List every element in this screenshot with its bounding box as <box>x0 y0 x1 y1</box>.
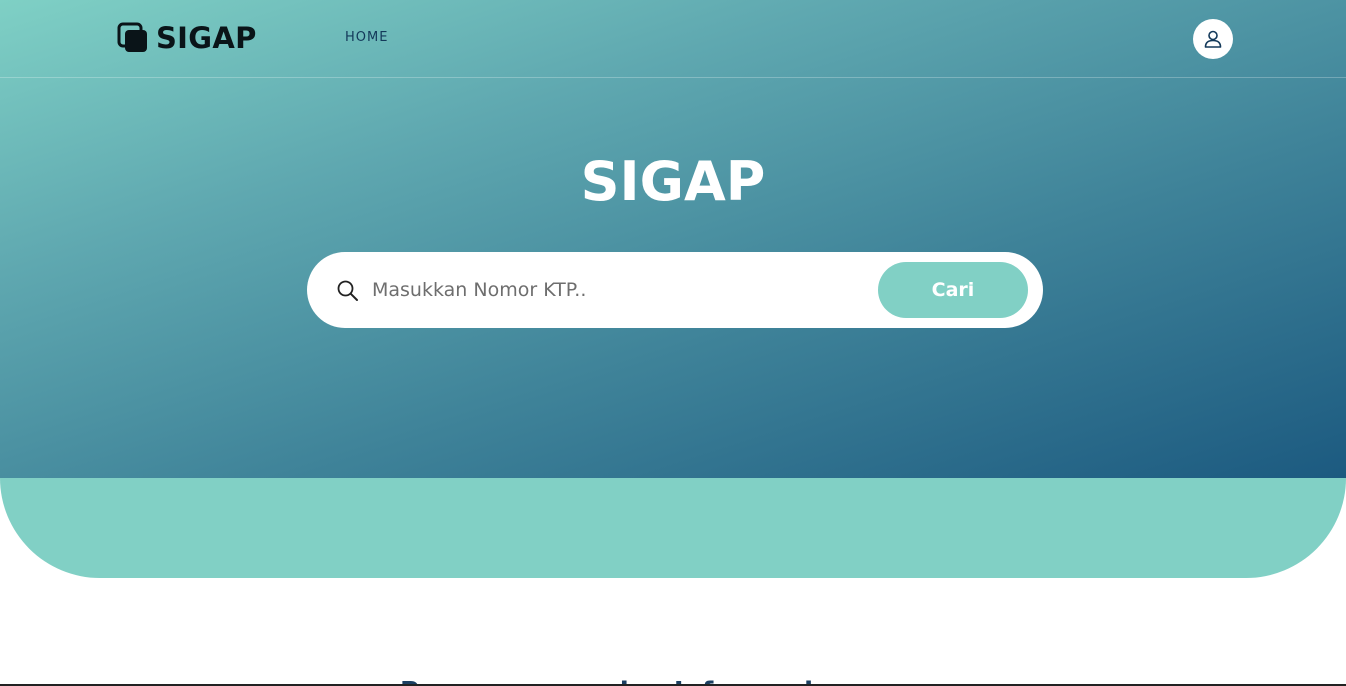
stacked-squares-icon <box>117 22 147 52</box>
top-navbar: SIGAP HOME <box>0 0 1346 78</box>
hero-banner: SIGAP HOME SIGAP <box>0 0 1346 478</box>
decorative-wave-band <box>0 478 1346 578</box>
brand-logo[interactable]: SIGAP <box>116 20 257 56</box>
nav-link-home[interactable]: HOME <box>345 30 388 45</box>
user-account-button[interactable] <box>1193 19 1233 59</box>
search-icon <box>337 280 358 301</box>
search-button[interactable]: Cari <box>878 262 1028 318</box>
user-icon <box>1204 30 1222 48</box>
hero-title: SIGAP <box>580 150 766 213</box>
brand-name: SIGAP <box>156 21 257 55</box>
ktp-search-input[interactable] <box>372 272 862 308</box>
